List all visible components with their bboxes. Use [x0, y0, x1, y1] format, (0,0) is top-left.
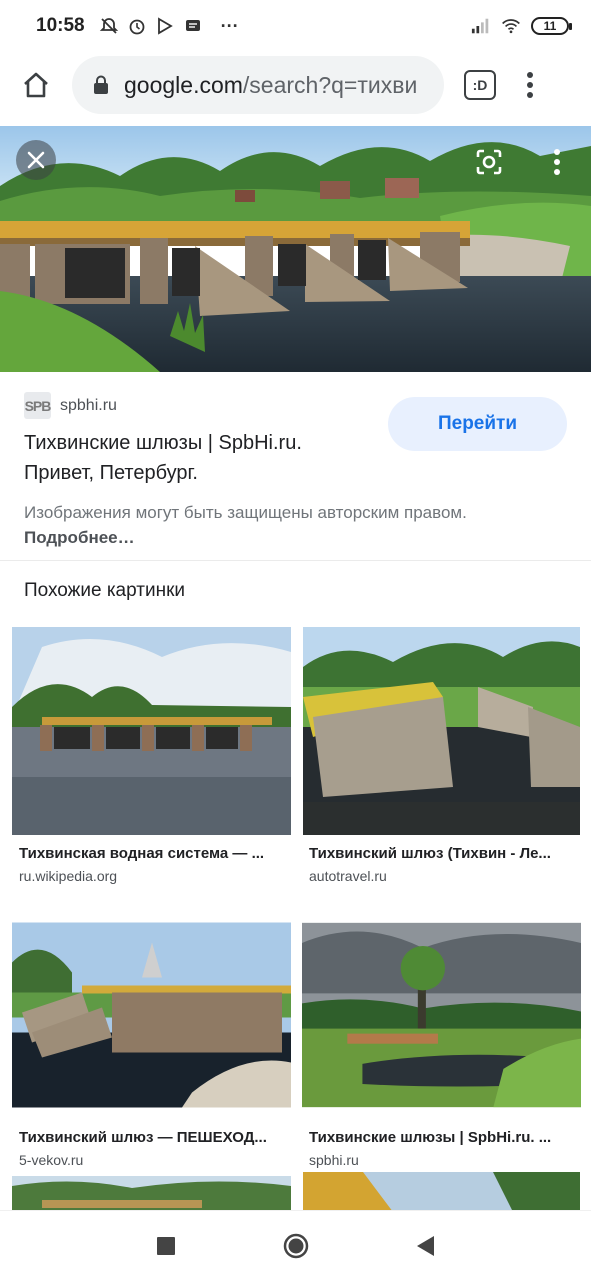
play-store-icon — [155, 16, 175, 36]
wifi-icon — [501, 16, 521, 36]
status-time: 10:58 — [36, 15, 85, 36]
related-thumbnail — [303, 627, 580, 835]
related-image-card[interactable]: Тихвинский шлюз — ПЕШЕХОД... 5-vekov.ru — [12, 911, 291, 1168]
google-lens-icon — [476, 149, 502, 175]
home-nav-button[interactable] — [281, 1231, 311, 1261]
browser-toolbar: google.com/search?q=тихви :D — [0, 52, 591, 118]
triangle-back-icon — [416, 1235, 434, 1256]
source-info[interactable]: SPB spbhi.ru — [24, 392, 117, 419]
system-icons: 11 — [471, 16, 572, 36]
related-title: Тихвинская водная система — ... — [19, 845, 265, 862]
status-bar: 10:58 ··· 11 — [0, 0, 591, 52]
related-thumbnail — [12, 922, 291, 1108]
related-title: Тихвинские шлюзы | SpbHi.ru. ... — [309, 1129, 552, 1146]
mute-icon — [99, 16, 119, 36]
alarm-icon — [127, 16, 147, 36]
divider — [0, 560, 591, 561]
more-vert-icon — [527, 72, 533, 98]
source-domain: spbhi.ru — [60, 396, 117, 414]
message-icon — [183, 16, 203, 36]
address-bar[interactable]: google.com/search?q=тихви — [72, 56, 444, 114]
related-domain: spbhi.ru — [309, 1152, 359, 1168]
related-image-card[interactable] — [302, 1172, 581, 1212]
browser-menu-button[interactable] — [520, 65, 540, 105]
image-options-button[interactable] — [547, 144, 567, 180]
url-host: google.com — [124, 71, 243, 98]
related-domain: 5-vekov.ru — [19, 1152, 84, 1168]
system-navigation-bar — [0, 1210, 591, 1280]
url-text: google.com/search?q=тихви — [124, 72, 417, 99]
related-image-card[interactable]: Тихвинская водная система — ... ru.wikip… — [12, 627, 291, 884]
square-icon — [156, 1236, 175, 1255]
related-title: Тихвинский шлюз — ПЕШЕХОД... — [19, 1129, 267, 1146]
lock-icon — [94, 75, 108, 94]
recents-button[interactable] — [151, 1231, 181, 1261]
related-image-card[interactable]: Тихвинский шлюз (Тихвин - Ле... autotrav… — [302, 627, 581, 884]
notification-icons: ··· — [99, 16, 239, 37]
more-vert-icon — [554, 149, 560, 175]
related-domain: autotravel.ru — [309, 868, 387, 884]
tabs-button[interactable]: :D — [464, 70, 496, 100]
home-button[interactable] — [14, 63, 58, 107]
related-heading: Похожие картинки — [24, 580, 185, 601]
url-path: /search?q=тихви — [242, 71, 418, 98]
back-button[interactable] — [411, 1231, 441, 1261]
circle-icon — [283, 1233, 308, 1258]
related-image-card[interactable]: Тихвинские шлюзы | SpbHi.ru. ... spbhi.r… — [302, 911, 581, 1168]
more-notifications: ··· — [220, 15, 239, 36]
site-favicon: SPB — [24, 392, 51, 419]
copyright-text: Изображения могут быть защищены авторски… — [24, 503, 467, 522]
copyright-notice: Изображения могут быть защищены авторски… — [24, 500, 544, 550]
preview-image[interactable] — [0, 126, 591, 372]
close-icon — [27, 151, 45, 169]
home-icon — [24, 72, 48, 98]
lens-search-button[interactable] — [471, 144, 507, 180]
learn-more-link[interactable]: Подробнее… — [24, 528, 135, 547]
visit-button[interactable]: Перейти — [388, 397, 567, 451]
related-thumbnail — [303, 1172, 580, 1212]
related-domain: ru.wikipedia.org — [19, 868, 118, 884]
related-thumbnail — [12, 627, 291, 835]
battery-icon: 11 — [531, 17, 572, 35]
related-thumbnail — [302, 922, 581, 1108]
related-title: Тихвинский шлюз (Тихвин - Ле... — [309, 845, 551, 862]
signal-icon — [471, 16, 491, 36]
result-title[interactable]: Тихвинские шлюзы | SpbHi.ru. Привет, Пет… — [24, 428, 374, 488]
close-preview-button[interactable] — [16, 140, 56, 180]
